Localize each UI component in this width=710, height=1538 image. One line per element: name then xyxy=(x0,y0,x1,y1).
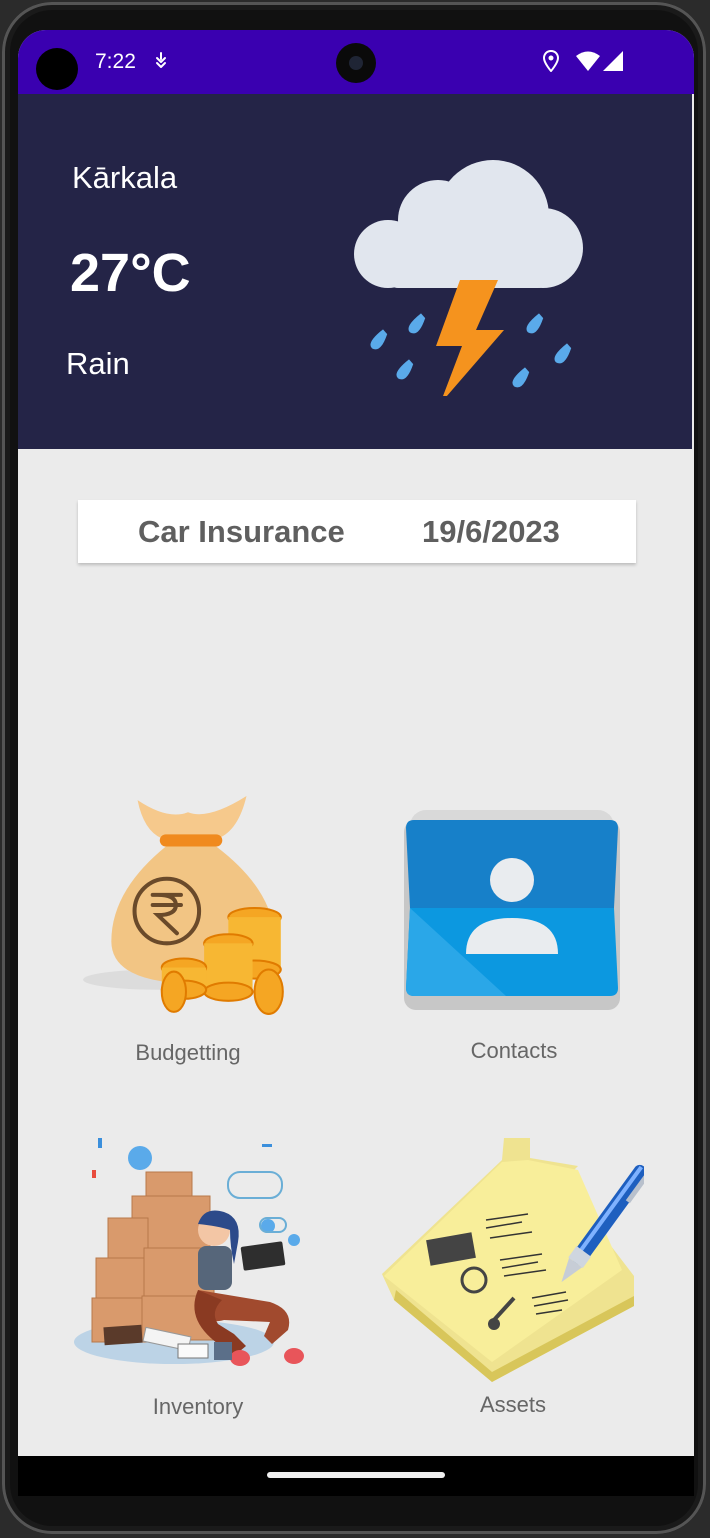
tile-inventory[interactable]: Inventory xyxy=(74,1130,322,1430)
tile-label-contacts: Contacts xyxy=(470,1038,558,1063)
assets-house-note-icon xyxy=(382,1138,644,1382)
money-bag-rupee-icon xyxy=(83,796,284,1015)
navigation-bar xyxy=(18,1456,694,1496)
tile-contacts[interactable]: Contacts xyxy=(402,790,626,1070)
location-icon xyxy=(543,50,559,72)
weather-city: Kārkala xyxy=(72,160,178,195)
contacts-book-icon xyxy=(404,810,620,1010)
app-screen: 7:22 Kārkala 27°C Rain Car Insurance 19/… xyxy=(18,30,694,1496)
front-sensor-dot xyxy=(36,48,78,90)
phone-frame: 7:22 Kārkala 27°C Rain Car Insurance 19/… xyxy=(2,2,706,1534)
reminder-title: Car Insurance xyxy=(138,514,345,549)
tile-label-inventory: Inventory xyxy=(152,1394,244,1419)
signal-icon xyxy=(603,51,623,71)
weather-temperature: 27°C xyxy=(70,243,191,303)
tile-label-assets: Assets xyxy=(479,1392,547,1417)
notification-icon xyxy=(156,52,166,68)
wifi-icon xyxy=(576,51,600,71)
tile-budgetting[interactable]: Budgetting xyxy=(83,790,288,1070)
home-gesture-handle[interactable] xyxy=(267,1472,445,1478)
weather-condition: Rain xyxy=(66,346,130,381)
tile-label-budgetting: Budgetting xyxy=(135,1040,241,1065)
inventory-boxes-icon xyxy=(74,1138,304,1366)
status-time: 7:22 xyxy=(95,50,136,73)
camera-cutout xyxy=(336,43,376,83)
thunderstorm-rain-icon xyxy=(354,160,583,396)
tile-assets[interactable]: Assets xyxy=(382,1130,644,1430)
reminder-date: 19/6/2023 xyxy=(422,514,560,549)
reminder-card[interactable]: Car Insurance 19/6/2023 xyxy=(78,500,636,563)
status-bar: 7:22 xyxy=(18,30,694,94)
weather-card[interactable]: Kārkala 27°C Rain xyxy=(18,94,692,449)
